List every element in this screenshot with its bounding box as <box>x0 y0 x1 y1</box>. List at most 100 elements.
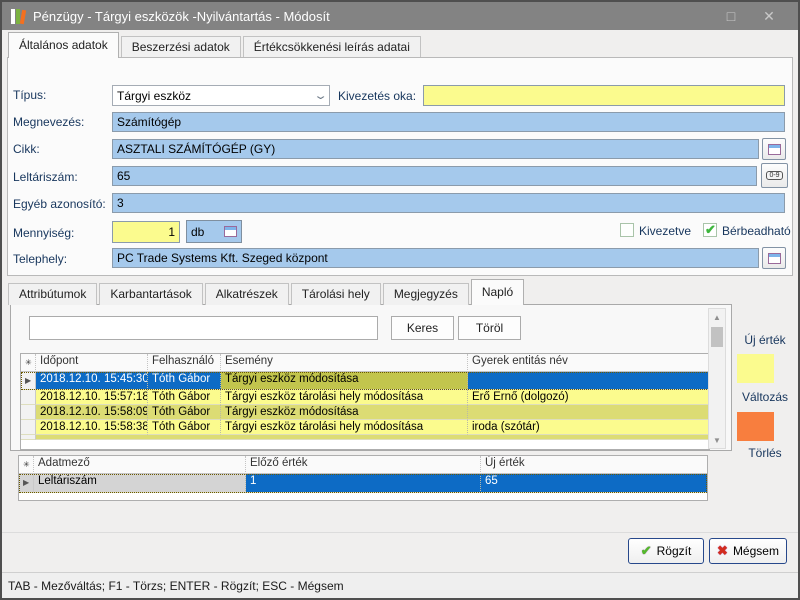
scrollbar-thumb[interactable] <box>711 327 723 347</box>
col-esemeny[interactable]: Esemény <box>221 354 468 372</box>
torol-button[interactable]: Töröl <box>458 316 521 340</box>
cell-esemeny: Tárgyi eszköz módosítása <box>221 372 468 390</box>
cell-uj-ertek: 65 <box>481 474 707 493</box>
cell-idopont: 2018.12.10. 15:45:30 <box>36 372 148 390</box>
top-tab-strip: Általános adatok Beszerzési adatok Érték… <box>8 31 423 58</box>
legend-torles-swatch <box>737 412 774 441</box>
title-bar: Pénzügy - Tárgyi eszközök -Nyilvántartás… <box>2 2 798 30</box>
vertical-scrollbar[interactable]: ▲ ▼ <box>708 308 726 449</box>
megnevezes-input[interactable] <box>112 112 785 132</box>
berbeadhato-checkbox[interactable]: ✔ <box>703 223 717 237</box>
tab-naplo[interactable]: Napló <box>471 279 524 305</box>
window-title: Pénzügy - Tárgyi eszközök -Nyilvántartás… <box>33 9 330 24</box>
cell-felhasznalo: Tóth Gábor <box>148 420 221 435</box>
telephely-input[interactable] <box>112 248 759 268</box>
tipus-value: Tárgyi eszköz <box>117 89 191 103</box>
cell-felhasznalo: Tóth Gábor <box>148 405 221 420</box>
kivezetes-oka-input[interactable] <box>423 85 785 106</box>
cell-idopont: 2018.12.10. 15:58:09 <box>36 405 148 420</box>
telephely-lookup-button[interactable] <box>762 247 786 269</box>
app-logo-icon <box>11 8 25 24</box>
megsem-button[interactable]: ✖ Mégsem <box>709 538 787 564</box>
row-indicator-icon: ▶ <box>21 372 36 390</box>
col-uj-ertek[interactable]: Új érték <box>481 456 707 474</box>
cell-gyerek: iroda (szótár) <box>468 420 709 435</box>
tab-beszerzesi-adatok[interactable]: Beszerzési adatok <box>121 36 241 58</box>
rogzit-button[interactable]: ✔ Rögzít <box>628 538 704 564</box>
log-row-partial[interactable] <box>21 435 709 440</box>
detail-table-header: ✳ Adatmező Előző érték Új érték <box>19 456 707 474</box>
leltariszam-numbering-button[interactable]: 0-9 <box>761 163 788 188</box>
table-row[interactable]: 2018.12.10. 15:58:09 Tóth Gábor Tárgyi e… <box>21 405 709 420</box>
tipus-dropdown[interactable]: Tárgyi eszköz ⌄ <box>112 85 330 106</box>
tab-megjegyzes[interactable]: Megjegyzés <box>383 283 469 305</box>
cell-gyerek <box>468 372 709 390</box>
close-icon[interactable]: ✕ <box>754 5 784 27</box>
tipus-label: Típus: <box>13 88 46 102</box>
footer-divider <box>2 532 798 533</box>
legend-torles-label: Törlés <box>735 446 795 460</box>
mennyiseg-input[interactable] <box>112 221 180 243</box>
table-row[interactable]: ▶ Leltáriszám 1 65 <box>19 474 707 493</box>
app-window: Pénzügy - Tárgyi eszközök -Nyilvántartás… <box>0 0 800 600</box>
change-detail-table: ✳ Adatmező Előző érték Új érték ▶ Leltár… <box>18 455 708 501</box>
tab-karbantartasok[interactable]: Karbantartások <box>99 283 202 305</box>
col-adatmezo[interactable]: Adatmező <box>34 456 246 474</box>
cikk-input[interactable] <box>112 139 759 159</box>
log-table: ✳ Időpont Felhasználó Esemény Gyerek ent… <box>20 353 710 450</box>
berbeadhato-label: Bérbeadható <box>722 224 791 238</box>
mennyiseg-label: Mennyiség: <box>13 226 74 240</box>
x-icon: ✖ <box>717 543 728 559</box>
unit-lookup-icon <box>224 226 237 237</box>
cell-idopont: 2018.12.10. 15:58:38 <box>36 420 148 435</box>
search-input[interactable] <box>29 316 378 340</box>
row-indicator-icon: ▶ <box>19 474 34 493</box>
header-corner-icon: ✳ <box>21 354 36 372</box>
mennyiseg-unit-value: db <box>191 225 204 239</box>
window-form-icon <box>768 144 781 155</box>
legend-valtozas-label: Változás <box>735 390 795 404</box>
checkmark-icon: ✔ <box>705 222 716 237</box>
tab-alkatreszek[interactable]: Alkatrészek <box>205 283 289 305</box>
leltariszam-input[interactable] <box>112 166 757 186</box>
cell-elozo-ertek: 1 <box>246 474 481 493</box>
tab-altalanos-adatok[interactable]: Általános adatok <box>8 32 119 58</box>
chevron-down-icon: ⌄ <box>313 89 328 102</box>
header-corner-icon: ✳ <box>19 456 34 474</box>
status-text: TAB - Mezőváltás; F1 - Törzs; ENTER - Rö… <box>8 579 344 593</box>
col-gyerek[interactable]: Gyerek entitás név <box>468 354 709 372</box>
maximize-icon[interactable]: □ <box>716 5 746 27</box>
cikk-lookup-button[interactable] <box>762 138 786 160</box>
mennyiseg-unit-box[interactable]: db <box>186 220 242 243</box>
table-row[interactable]: ▶ 2018.12.10. 15:45:30 Tóth Gábor Tárgyi… <box>21 372 709 390</box>
naplo-panel: Keres Töröl ✳ Időpont Felhasználó Esemén… <box>10 304 732 451</box>
cell-adatmezo: Leltáriszám <box>34 474 246 493</box>
cikk-label: Cikk: <box>13 142 40 156</box>
table-row[interactable]: 2018.12.10. 15:58:38 Tóth Gábor Tárgyi e… <box>21 420 709 435</box>
scroll-up-icon[interactable]: ▲ <box>709 309 725 325</box>
telephely-label: Telephely: <box>13 252 67 266</box>
megsem-button-label: Mégsem <box>733 544 779 558</box>
numbering-0-9-icon: 0-9 <box>766 171 782 180</box>
kivezetve-checkbox[interactable] <box>620 223 634 237</box>
table-row[interactable]: 2018.12.10. 15:57:18 Tóth Gábor Tárgyi e… <box>21 390 709 405</box>
scroll-down-icon[interactable]: ▼ <box>709 432 725 448</box>
cell-idopont: 2018.12.10. 15:57:18 <box>36 390 148 405</box>
keres-button[interactable]: Keres <box>391 316 454 340</box>
tab-tarolasi-hely[interactable]: Tárolási hely <box>291 283 381 305</box>
cell-felhasznalo: Tóth Gábor <box>148 372 221 390</box>
col-elozo-ertek[interactable]: Előző érték <box>246 456 481 474</box>
egyeb-azonosito-input[interactable] <box>112 193 785 213</box>
tab-ertekcsokkenesi-leiras[interactable]: Értékcsökkenési leírás adatai <box>243 36 421 58</box>
kivezetve-label: Kivezetve <box>639 224 691 238</box>
log-table-header: ✳ Időpont Felhasználó Esemény Gyerek ent… <box>21 354 709 372</box>
col-idopont[interactable]: Időpont <box>36 354 148 372</box>
legend-uj-ertek-label: Új érték <box>735 333 795 347</box>
legend-valtozas-swatch <box>737 354 774 383</box>
col-felhasznalo[interactable]: Felhasználó <box>148 354 221 372</box>
egyeb-azonosito-label: Egyéb azonosító: <box>13 197 106 211</box>
cell-felhasznalo: Tóth Gábor <box>148 390 221 405</box>
cell-esemeny: Tárgyi eszköz tárolási hely módosítása <box>221 420 468 435</box>
tab-attributumok[interactable]: Attribútumok <box>8 283 97 305</box>
cell-esemeny: Tárgyi eszköz módosítása <box>221 405 468 420</box>
